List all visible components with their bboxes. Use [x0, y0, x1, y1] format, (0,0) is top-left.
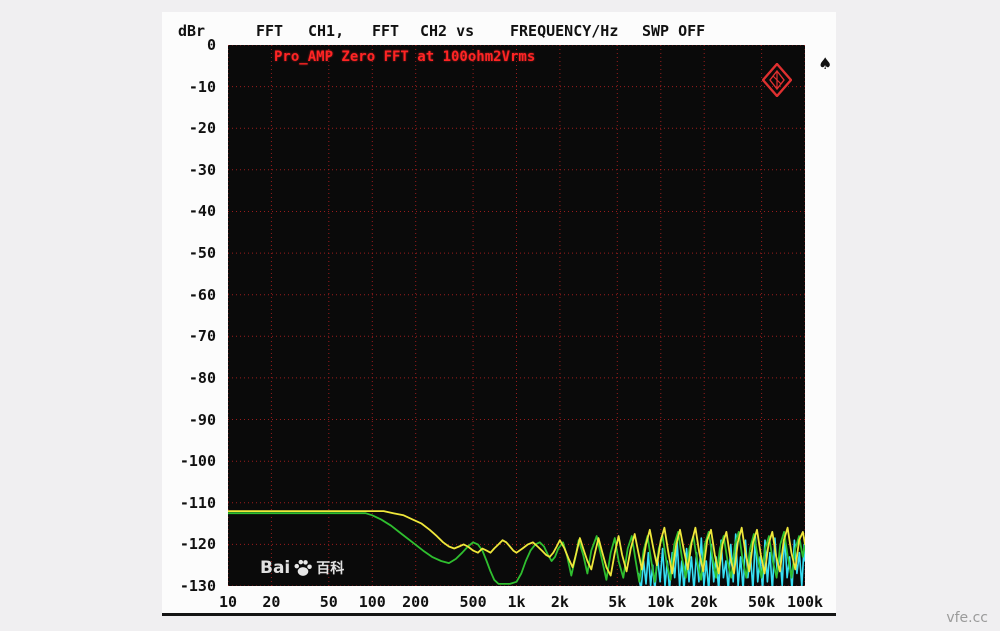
- y-tick-label: -10: [164, 78, 216, 96]
- y-tick-label: -110: [164, 494, 216, 512]
- x-tick-label: 200: [402, 593, 429, 611]
- x-tick-label: 5k: [608, 593, 626, 611]
- analyzer-screen: dBr FFT CH1, FFT CH2 vs FREQUENCY/Hz SWP…: [162, 12, 836, 616]
- baidu-text-baike: 百科: [316, 558, 344, 578]
- y-tick-label: -50: [164, 244, 216, 262]
- y-tick-label: -30: [164, 161, 216, 179]
- y-axis-labels: 0-10-20-30-40-50-60-70-80-90-100-110-120…: [162, 45, 224, 586]
- plot-area: Pro_AMP Zero FFT at 100ohm2Vrms Bai: [228, 45, 805, 586]
- x-tick-label: 100: [359, 593, 386, 611]
- x-tick-label: 20: [262, 593, 280, 611]
- y-tick-label: -120: [164, 535, 216, 553]
- x-axis-labels: 1020501002005001k2k5k10k20k50k100k: [228, 593, 805, 613]
- y-tick-label: -90: [164, 411, 216, 429]
- cursor-marker-icon: ♠: [818, 54, 832, 73]
- brand-diamond-logo: [762, 63, 792, 97]
- header-item-swp-off: SWP OFF: [642, 22, 705, 40]
- x-tick-label: 10k: [647, 593, 674, 611]
- x-tick-label: 50: [320, 593, 338, 611]
- site-watermark: vfe.cc: [946, 610, 988, 626]
- header-item-ch2: CH2 vs: [420, 22, 474, 40]
- y-tick-label: -40: [164, 202, 216, 220]
- y-tick-label: -20: [164, 119, 216, 137]
- y-tick-label: -70: [164, 327, 216, 345]
- baidu-text-bai: Bai: [260, 558, 290, 578]
- x-tick-label: 100k: [787, 593, 823, 611]
- y-tick-label: -60: [164, 286, 216, 304]
- y-tick-label: 0: [164, 36, 216, 54]
- x-tick-label: 2k: [551, 593, 569, 611]
- header-item-fft1: FFT: [256, 22, 283, 40]
- y-tick-label: -130: [164, 577, 216, 595]
- baidu-paw-icon: [293, 558, 313, 578]
- x-tick-label: 50k: [748, 593, 775, 611]
- header-item-frequency: FREQUENCY/Hz: [510, 22, 618, 40]
- header-item-ch1: CH1,: [308, 22, 344, 40]
- baidu-watermark: Bai 百科: [260, 558, 344, 578]
- x-tick-label: 1k: [507, 593, 525, 611]
- plot-title: Pro_AMP Zero FFT at 100ohm2Vrms: [274, 49, 535, 65]
- fft-chart: [228, 45, 805, 586]
- y-tick-label: -100: [164, 452, 216, 470]
- x-tick-label: 20k: [691, 593, 718, 611]
- x-tick-label: 500: [460, 593, 487, 611]
- y-tick-label: -80: [164, 369, 216, 387]
- header-item-fft2: FFT: [372, 22, 399, 40]
- page-background: dBr FFT CH1, FFT CH2 vs FREQUENCY/Hz SWP…: [0, 0, 1000, 631]
- x-tick-label: 10: [219, 593, 237, 611]
